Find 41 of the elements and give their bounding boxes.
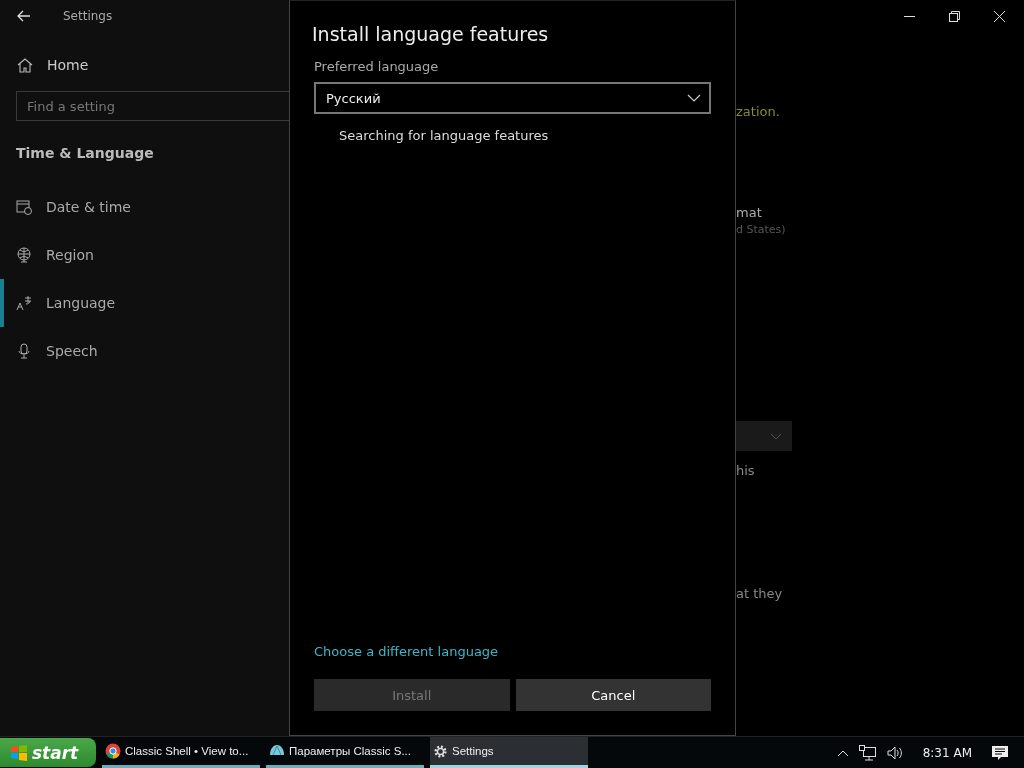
field-label: Preferred language — [314, 59, 440, 74]
clock[interactable]: 8:31 AM — [922, 745, 972, 760]
chevron-up-icon[interactable] — [836, 748, 849, 757]
close-icon[interactable] — [994, 11, 1005, 22]
calendar-icon — [16, 199, 32, 215]
start-button[interactable]: start — [0, 738, 96, 767]
cancel-button[interactable]: Cancel — [515, 679, 711, 711]
search-field[interactable]: Find a setting — [16, 91, 289, 121]
browser-icon — [105, 743, 121, 759]
setting-text: his — [736, 463, 755, 478]
language-dropdown[interactable]: Русский — [314, 82, 711, 114]
nav-item[interactable]: Date & time — [0, 183, 289, 231]
speaker-icon[interactable] — [886, 745, 903, 760]
setting-subtext: d States) — [736, 223, 786, 236]
taskbar-button[interactable]: Classic Shell • View to... — [102, 737, 260, 768]
status-text: Searching for language features — [339, 128, 550, 143]
chevron-down-icon — [687, 94, 701, 102]
nav-item[interactable]: Language — [0, 279, 289, 327]
taskbar-button[interactable]: Settings — [430, 737, 588, 768]
chevron-down-icon — [770, 432, 782, 440]
setting-text: mat — [736, 205, 762, 220]
network-icon[interactable] — [858, 744, 877, 761]
link-text[interactable]: zation. — [736, 104, 780, 119]
microphone-icon — [16, 343, 32, 359]
dialog-title: Install language features — [312, 23, 550, 45]
windows-flag-icon — [10, 744, 28, 761]
nav-item[interactable]: Speech — [0, 327, 289, 375]
gear-icon — [433, 743, 448, 759]
back-arrow-icon[interactable] — [17, 10, 31, 22]
notification-icon[interactable] — [992, 744, 1008, 761]
home-link[interactable]: Home — [17, 57, 127, 73]
choose-language-link[interactable]: Choose a different language — [314, 644, 499, 659]
restore-icon[interactable] — [949, 11, 960, 22]
home-icon — [17, 57, 33, 73]
globe-icon — [16, 247, 32, 263]
taskbar-button[interactable]: Параметры Classic S... — [266, 737, 424, 768]
section-title: Time & Language — [16, 145, 155, 161]
setting-text: at they — [736, 586, 783, 601]
nav-item[interactable]: Region — [0, 231, 289, 279]
window-title: Settings — [63, 9, 113, 23]
language-icon — [16, 295, 32, 311]
